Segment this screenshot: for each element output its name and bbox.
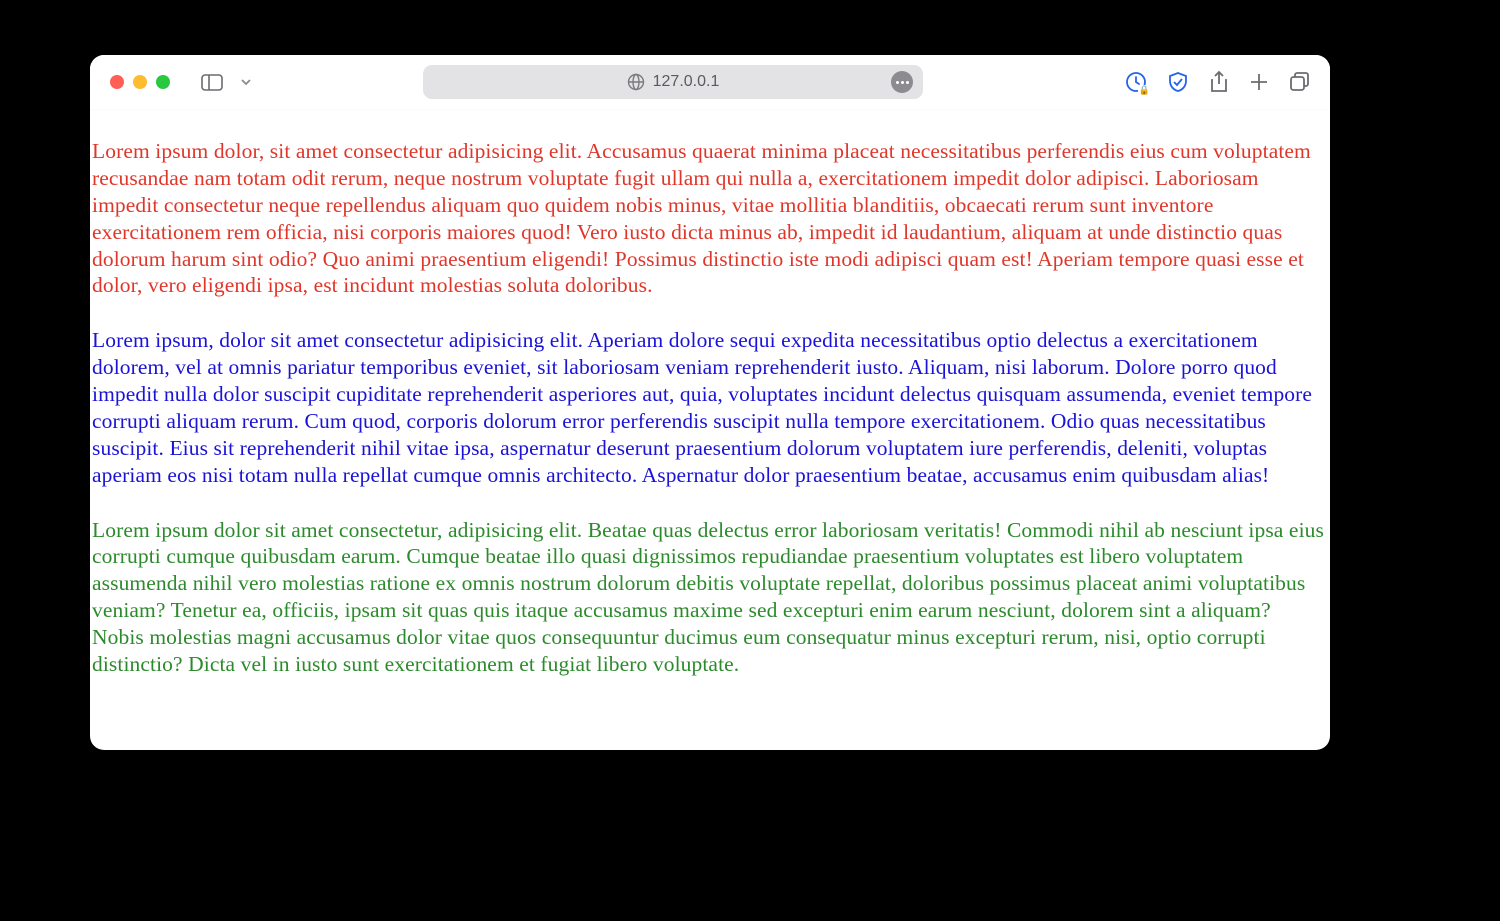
shield-icon[interactable] (1166, 70, 1190, 94)
share-button[interactable] (1208, 70, 1230, 94)
reader-mode-button[interactable] (891, 71, 913, 93)
browser-window: 127.0.0.1 🔒 (90, 55, 1330, 750)
paragraph-3: Lorem ipsum dolor sit amet consectetur, … (92, 517, 1328, 678)
minimize-window-button[interactable] (133, 75, 147, 89)
tab-group-chevron-icon[interactable] (230, 68, 262, 96)
sidebar-toggle-button[interactable] (196, 68, 228, 96)
close-window-button[interactable] (110, 75, 124, 89)
window-controls (110, 75, 170, 89)
address-bar[interactable]: 127.0.0.1 (423, 65, 923, 99)
new-tab-button[interactable] (1248, 71, 1270, 93)
page-content: Lorem ipsum dolor, sit amet consectetur … (90, 110, 1330, 750)
tab-overview-button[interactable] (1288, 71, 1310, 93)
maximize-window-button[interactable] (156, 75, 170, 89)
paragraph-1: Lorem ipsum dolor, sit amet consectetur … (92, 138, 1328, 299)
browser-toolbar: 127.0.0.1 🔒 (90, 55, 1330, 110)
paragraph-2: Lorem ipsum, dolor sit amet consectetur … (92, 327, 1328, 488)
lock-icon: 🔒 (1138, 85, 1151, 96)
globe-icon (627, 73, 645, 91)
privacy-report-button[interactable]: 🔒 (1124, 70, 1148, 94)
address-host: 127.0.0.1 (653, 73, 720, 91)
